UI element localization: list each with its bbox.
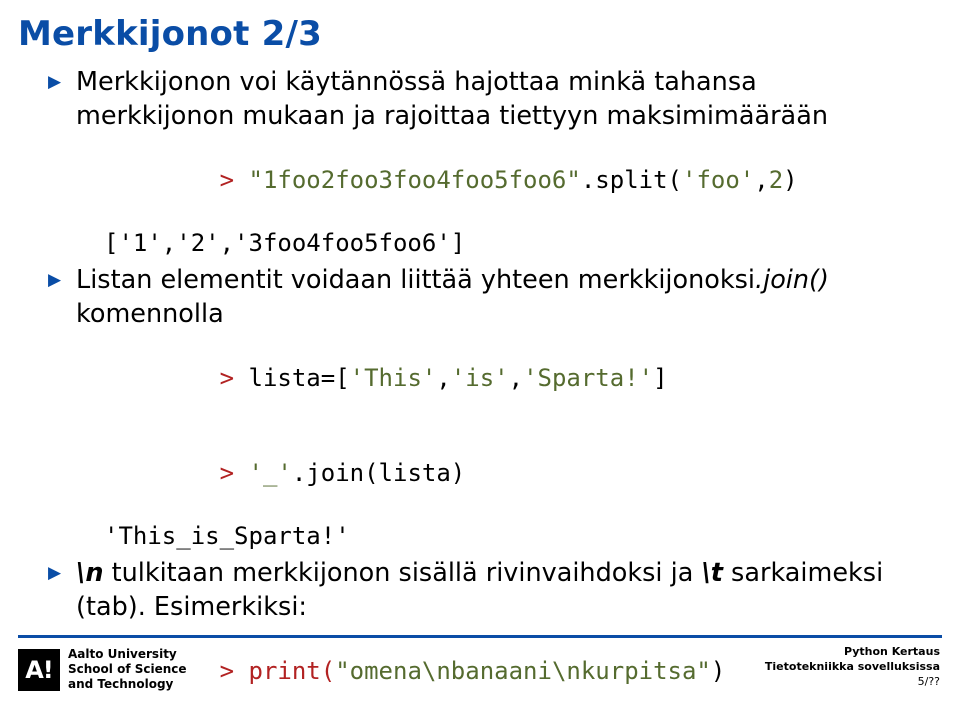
close-paren: )	[783, 166, 797, 194]
bullet-2-code-2: > '_'.join(lista)	[104, 426, 920, 521]
logo-line-1: Aalto University	[68, 647, 187, 662]
logo-text: Aalto University School of Science and T…	[68, 647, 187, 692]
bullet-2-output: 'This_is_Sparta!'	[104, 521, 920, 553]
comma: ,	[754, 166, 768, 194]
var-name: lista	[249, 364, 321, 392]
bullet-2-post: komennolla	[76, 299, 224, 329]
footer-right-1: Python Kertaus	[765, 645, 940, 660]
bullet-2-pre: Listan elementit voidaan liittää yhteen …	[76, 265, 755, 295]
join-call: .join(lista)	[292, 459, 465, 487]
string-literal: "1foo2foo3foo4foo5foo6"	[249, 166, 581, 194]
logo-mark: A!	[18, 649, 60, 691]
comma: ,	[436, 364, 450, 392]
footer-right: Python Kertaus Tietotekniikka sovelluksi…	[765, 645, 940, 690]
footer: A! Aalto University School of Science an…	[0, 635, 960, 705]
slide: Merkkijonot 2/3 Merkkijonon voi käytännö…	[0, 0, 960, 715]
separator: '_'	[249, 459, 292, 487]
bullet-1: Merkkijonon voi käytännössä hajottaa min…	[48, 66, 920, 260]
footer-rule	[18, 635, 942, 638]
arg2: 2	[769, 166, 783, 194]
page-title: Merkkijonot 2/3	[0, 0, 960, 54]
bullet-1-output: ['1','2','3foo4foo5foo6']	[104, 228, 920, 260]
bullet-2: Listan elementit voidaan liittää yhteen …	[48, 264, 920, 553]
logo-line-2: School of Science	[68, 662, 187, 677]
bullet-1-code: > "1foo2foo3foo4foo5foo6".split('foo',2)	[104, 133, 920, 228]
eq-bracket: =[	[321, 364, 350, 392]
prompt: >	[220, 459, 249, 487]
method-call: .split(	[581, 166, 682, 194]
elem-b: 'is'	[451, 364, 509, 392]
bullet-2-code-1: > lista=['This','is','Sparta!']	[104, 331, 920, 426]
comma: ,	[509, 364, 523, 392]
prompt: >	[220, 364, 249, 392]
bullet-3-mid1: tulkitaan merkkijonon sisällä rivinvaihd…	[103, 558, 701, 588]
elem-a: 'This'	[350, 364, 437, 392]
elem-c: 'Sparta!'	[523, 364, 653, 392]
join-fn: .join()	[755, 265, 829, 295]
footer-right-2: Tietotekniikka sovelluksissa	[765, 660, 940, 675]
footer-logo: A! Aalto University School of Science an…	[18, 647, 187, 692]
escape-n: \n	[76, 558, 103, 588]
escape-t: \t	[701, 558, 723, 588]
bullet-1-text: Merkkijonon voi käytännössä hajottaa min…	[76, 67, 828, 131]
bullet-list: Merkkijonon voi käytännössä hajottaa min…	[0, 66, 960, 715]
arg1: 'foo'	[682, 166, 754, 194]
close-bracket: ]	[653, 364, 667, 392]
logo-line-3: and Technology	[68, 677, 187, 692]
logo-mark-text: A!	[25, 656, 53, 684]
footer-right-3: 5/??	[765, 675, 940, 690]
prompt: >	[220, 166, 249, 194]
